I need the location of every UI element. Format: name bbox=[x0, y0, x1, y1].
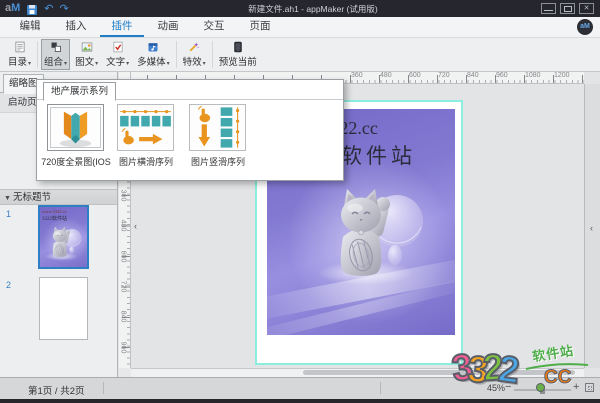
media-icon bbox=[145, 41, 161, 53]
minimize-button[interactable] bbox=[541, 3, 556, 14]
dropdown-caret-icon: ▾ bbox=[167, 61, 170, 67]
page-number: 1 bbox=[6, 209, 11, 219]
dropdown-caret-icon: ▾ bbox=[95, 61, 98, 67]
image-text-button[interactable]: 图文▾ bbox=[72, 39, 101, 70]
lucky-cat-image bbox=[313, 181, 433, 286]
zoom-level: 45% bbox=[487, 383, 505, 393]
scrollbar-thumb[interactable] bbox=[303, 370, 575, 375]
title-bar: aM ↶ ↷ 新建文件.ah1 - appMaker (试用版) ✕ bbox=[0, 0, 600, 17]
status-divider bbox=[103, 382, 104, 394]
group-button[interactable]: 组合▾ bbox=[41, 39, 70, 70]
collapse-left-arrow[interactable]: ‹ bbox=[134, 222, 137, 231]
redo-icon[interactable]: ↷ bbox=[60, 3, 69, 15]
status-bar: 第1页 / 共2页 45% − + bbox=[0, 377, 600, 399]
effects-button[interactable]: 特效▾ bbox=[180, 39, 209, 70]
app-logo: aM bbox=[5, 0, 20, 17]
page-number: 2 bbox=[6, 280, 11, 290]
group-icon bbox=[48, 41, 64, 53]
undo-icon[interactable]: ↶ bbox=[44, 3, 53, 15]
toolbar-separator bbox=[37, 41, 38, 68]
toc-icon bbox=[12, 41, 28, 53]
tab-animation[interactable]: 动画 bbox=[146, 17, 190, 37]
preview-current-button[interactable]: 预览当前 bbox=[216, 39, 260, 70]
toolbar-separator bbox=[212, 41, 213, 68]
picture-icon bbox=[79, 41, 95, 53]
dropdown-caret-icon: ▾ bbox=[64, 61, 67, 67]
text-check-icon bbox=[110, 41, 126, 53]
zoom-slider-thumb[interactable] bbox=[540, 386, 545, 394]
toolbar: 目录▾ 组合▾ 图文▾ 文字▾ 多媒体▾ 特效▾ 预览当前 bbox=[0, 38, 600, 72]
panorama-720-icon bbox=[48, 105, 103, 150]
tablet-preview-icon bbox=[230, 41, 246, 53]
save-icon[interactable] bbox=[26, 3, 38, 15]
app-window: aM ↶ ↷ 新建文件.ah1 - appMaker (试用版) ✕ 编辑 插入… bbox=[0, 0, 600, 403]
tab-interaction[interactable]: 交互 bbox=[192, 17, 236, 37]
thumbnail-watermark-line2: 3322软件站 bbox=[42, 215, 67, 222]
horizontal-slide-icon bbox=[118, 105, 173, 150]
group-gallery-popup: 地产展示系列 720度全景图(IOS 图片横滑序列 bbox=[36, 79, 344, 181]
multimedia-button[interactable]: 多媒体▾ bbox=[134, 39, 173, 70]
tab-page[interactable]: 页面 bbox=[238, 17, 282, 37]
maximize-button[interactable] bbox=[560, 3, 575, 14]
popup-tab-realestate[interactable]: 地产展示系列 bbox=[43, 82, 116, 101]
toc-button[interactable]: 目录▾ bbox=[5, 39, 34, 70]
window-title: 新建文件.ah1 - appMaker (试用版) bbox=[85, 3, 541, 15]
dropdown-caret-icon: ▾ bbox=[28, 61, 31, 67]
text-button[interactable]: 文字▾ bbox=[103, 39, 132, 70]
horizontal-scrollbar[interactable] bbox=[131, 368, 584, 377]
dropdown-caret-icon: ▾ bbox=[203, 61, 206, 67]
zoom-in-button[interactable]: + bbox=[573, 381, 579, 393]
magic-wand-icon bbox=[186, 41, 202, 53]
thumbnail-image: www.3322.cc 3322软件站 bbox=[40, 207, 87, 267]
tab-plugin[interactable]: 插件 bbox=[100, 17, 144, 37]
tab-edit[interactable]: 编辑 bbox=[8, 17, 52, 37]
status-divider bbox=[380, 382, 381, 394]
scrollbar-corner bbox=[119, 368, 131, 377]
vertical-slide-icon bbox=[190, 105, 245, 150]
lucky-cat-thumbnail bbox=[43, 224, 85, 261]
toolbar-separator bbox=[176, 41, 177, 68]
page-indicator: 第1页 / 共2页 bbox=[28, 383, 85, 397]
app-badge[interactable]: aM bbox=[577, 19, 593, 35]
collapse-right-arrow[interactable]: ‹ bbox=[590, 224, 593, 233]
right-panel-strip: ‹ bbox=[584, 84, 600, 368]
dropdown-caret-icon: ▾ bbox=[126, 61, 129, 67]
zoom-out-button[interactable]: − bbox=[505, 381, 511, 393]
fit-window-icon[interactable] bbox=[585, 383, 594, 392]
zoom-slider[interactable] bbox=[514, 389, 571, 391]
tab-insert[interactable]: 插入 bbox=[54, 17, 98, 37]
thumbnail-watermark-line1: www.3322.cc bbox=[42, 209, 67, 214]
window-bottom-edge bbox=[0, 399, 600, 403]
close-button[interactable]: ✕ bbox=[579, 3, 594, 14]
ribbon-tab-bar: 编辑 插入 插件 动画 交互 页面 aM bbox=[0, 17, 600, 38]
gallery-item-label: 图片竖滑序列 bbox=[172, 155, 264, 168]
page-thumbnail-2[interactable] bbox=[39, 277, 88, 340]
sidebar-section-header[interactable]: ▼无标题节 bbox=[0, 189, 117, 205]
gallery-item-horizontal-slider[interactable] bbox=[117, 104, 174, 151]
gallery-item-720-panorama[interactable] bbox=[47, 104, 104, 151]
gallery-item-vertical-slider[interactable] bbox=[189, 104, 246, 151]
page-thumbnail-1[interactable]: www.3322.cc 3322软件站 bbox=[38, 205, 89, 269]
collapse-triangle-icon: ▼ bbox=[4, 195, 11, 202]
